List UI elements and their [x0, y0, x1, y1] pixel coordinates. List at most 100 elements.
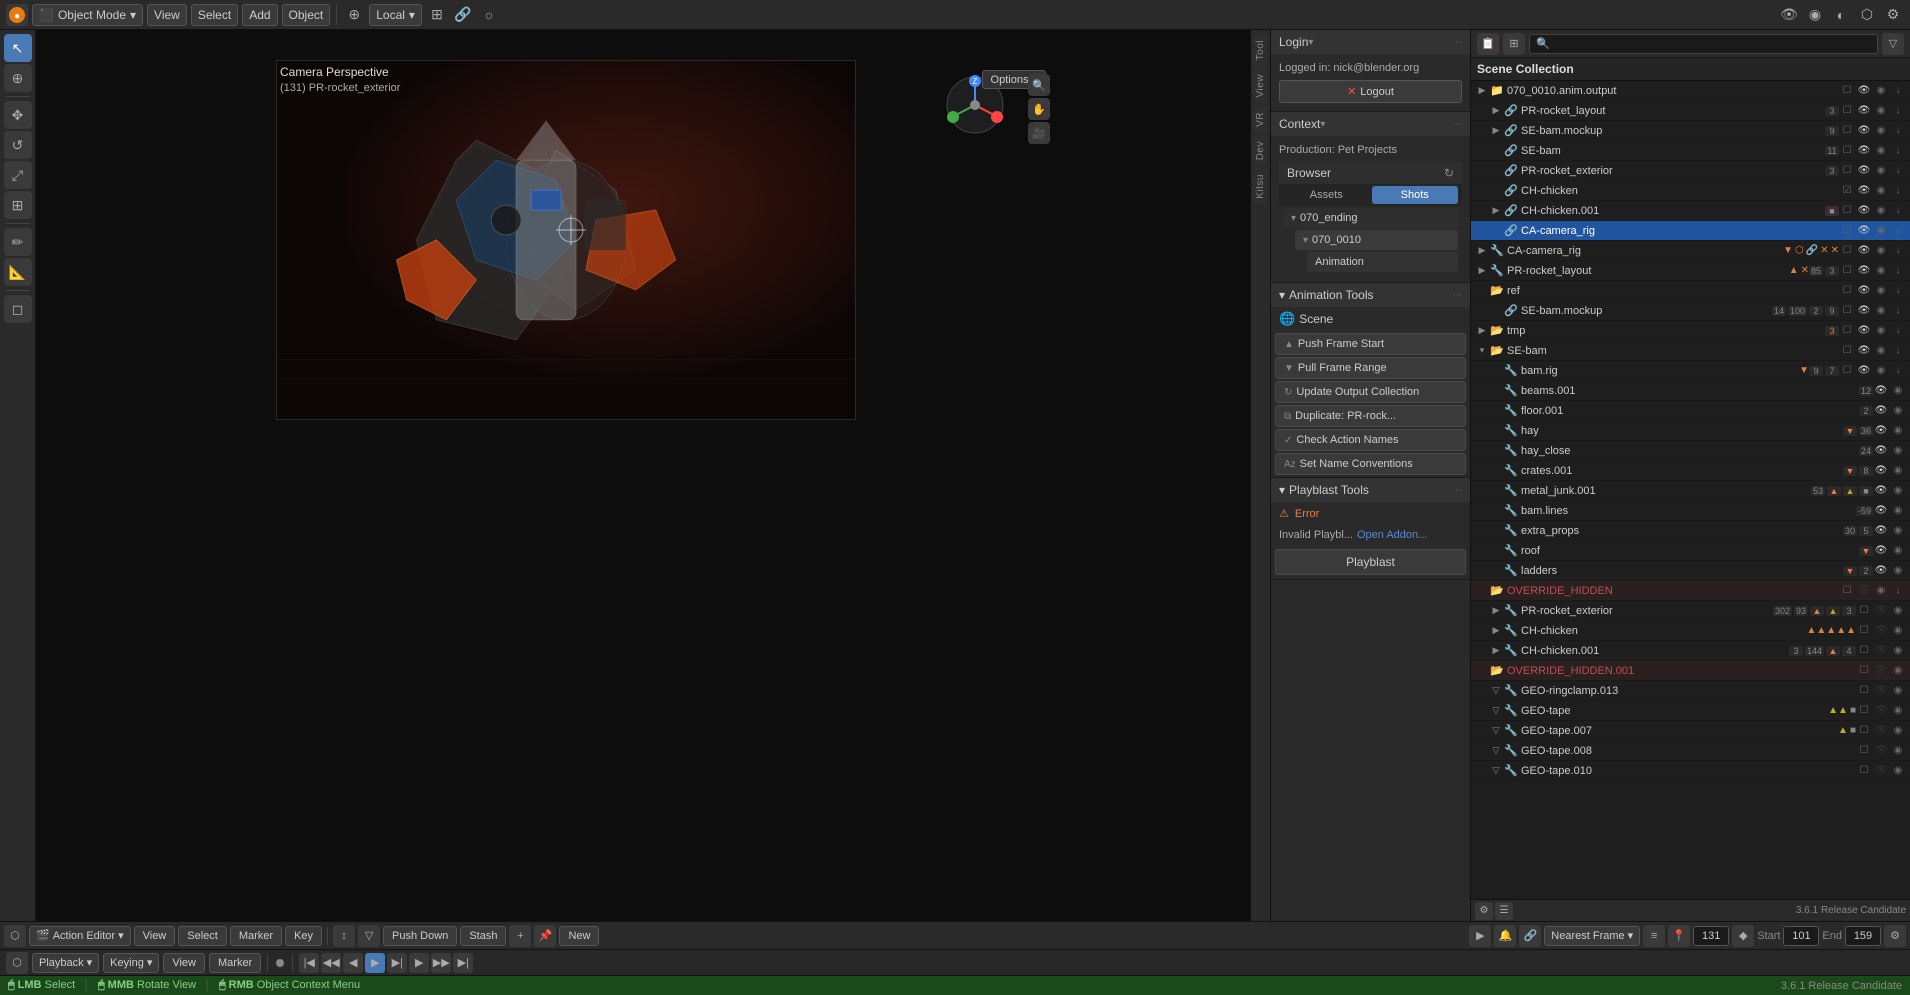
select-icon[interactable]: ↓: [1890, 583, 1906, 599]
outliner-filter-icon[interactable]: ▽: [1882, 33, 1904, 55]
context-header[interactable]: Context ▾ ⋯: [1271, 112, 1470, 136]
playback-dropdown[interactable]: Playback ▾: [32, 953, 99, 973]
render-icon[interactable]: ◉: [1890, 743, 1906, 759]
eye-icon[interactable]: 👁: [1873, 523, 1889, 539]
jump-end-btn[interactable]: ▶|: [453, 953, 473, 973]
annotate-tool-btn[interactable]: ✏: [4, 228, 32, 256]
eye-icon[interactable]: 👁: [1856, 163, 1872, 179]
shading-icon[interactable]: ◐: [1830, 4, 1852, 26]
next-frame-btn[interactable]: ▶: [409, 953, 429, 973]
eye-icon[interactable]: 👁: [1873, 383, 1889, 399]
select-menu-btn[interactable]: Select: [178, 926, 227, 946]
transform-icon[interactable]: ⊞: [426, 4, 448, 26]
select-icon[interactable]: ↓: [1890, 143, 1906, 159]
tree-item[interactable]: 🔧 extra_props 305 👁 ◉: [1471, 521, 1910, 541]
select-icon[interactable]: ↓: [1890, 163, 1906, 179]
eye-icon[interactable]: 👁: [1856, 243, 1872, 259]
render-icon[interactable]: ◉: [1873, 303, 1889, 319]
tree-item[interactable]: 🔗 SE-bam 11 ☐ 👁 ◉ ↓: [1471, 141, 1910, 161]
eye-icon[interactable]: 👁: [1856, 223, 1872, 239]
snap-icon[interactable]: 📌: [534, 925, 556, 947]
render-icon[interactable]: ◉: [1890, 763, 1906, 779]
new-action-btn[interactable]: New: [559, 926, 599, 946]
tree-item[interactable]: ▶ 🔧 CA-camera_rig ▼⬡🔗✕✕ ☐ 👁 ◉ ↓: [1471, 241, 1910, 261]
render-icon[interactable]: ◉: [1890, 463, 1906, 479]
blender-logo-icon[interactable]: ●: [6, 4, 28, 26]
eye-icon[interactable]: 👁: [1856, 583, 1872, 599]
select-menu[interactable]: Select: [191, 4, 238, 26]
tree-item[interactable]: 🔧 beams.001 12 👁 ◉: [1471, 381, 1910, 401]
eye-icon[interactable]: 👁: [1873, 763, 1889, 779]
eye-icon[interactable]: 👁: [1873, 563, 1889, 579]
render-icon[interactable]: ◉: [1873, 83, 1889, 99]
jump-start-btn[interactable]: |◀: [299, 953, 319, 973]
viewport-tool-2[interactable]: ✋: [1028, 98, 1050, 120]
settings-icon[interactable]: ⚙: [1882, 4, 1904, 26]
shot-item-animation[interactable]: Animation: [1307, 252, 1458, 272]
next-keyframe-btn[interactable]: ▶▶: [431, 953, 451, 973]
push-down-btn[interactable]: Push Down: [383, 926, 457, 946]
render-icon[interactable]: ◉: [1873, 203, 1889, 219]
visibility-icon[interactable]: ☐: [1856, 723, 1872, 739]
visibility-icon[interactable]: ☐: [1839, 583, 1855, 599]
tree-item[interactable]: 🔧 bam.lines -59 👁 ◉: [1471, 501, 1910, 521]
select-icon[interactable]: ↓: [1890, 263, 1906, 279]
render-icon[interactable]: ◉: [1873, 143, 1889, 159]
visibility-icon[interactable]: ☐: [1839, 143, 1855, 159]
eye-icon[interactable]: 👁: [1873, 723, 1889, 739]
start-frame-field[interactable]: 101: [1783, 926, 1819, 946]
playblast-btn[interactable]: Playblast: [1275, 549, 1466, 575]
playblast-header[interactable]: ▾ Playblast Tools ⋯: [1271, 478, 1470, 502]
current-frame-field[interactable]: 131: [1693, 926, 1729, 946]
render-icon[interactable]: ◉: [1890, 423, 1906, 439]
nearest-frame-dropdown[interactable]: Nearest Frame ▾: [1544, 926, 1640, 946]
anim-tools-dots-icon[interactable]: ⋯: [1452, 290, 1462, 301]
pin-icon[interactable]: 📍: [1668, 925, 1690, 947]
visibility-icon[interactable]: ☐: [1856, 663, 1872, 679]
context-dots-icon[interactable]: ⋯: [1452, 119, 1462, 130]
cursor-icon[interactable]: ⊕: [343, 4, 365, 26]
tree-item[interactable]: 🔧 floor.001 2 👁 ◉: [1471, 401, 1910, 421]
logout-button[interactable]: ✕ Logout: [1279, 80, 1462, 103]
viewport-tool-1[interactable]: 🔍: [1028, 74, 1050, 96]
eye-icon[interactable]: 👁: [1856, 343, 1872, 359]
visibility-icon[interactable]: ☐: [1839, 263, 1855, 279]
eye-icon[interactable]: 👁: [1856, 303, 1872, 319]
eye-icon[interactable]: 👁: [1856, 283, 1872, 299]
select-icon[interactable]: ↓: [1890, 363, 1906, 379]
snap-icon[interactable]: 🔗: [452, 4, 474, 26]
render-icon[interactable]: ◉: [1890, 683, 1906, 699]
shots-tab[interactable]: Shots: [1372, 186, 1459, 204]
editor-type-icon[interactable]: ⬡: [4, 925, 26, 947]
rotate-tool-btn[interactable]: ↺: [4, 131, 32, 159]
eye-icon[interactable]: 👁: [1873, 403, 1889, 419]
eye-icon[interactable]: 👁: [1873, 603, 1889, 619]
render-settings-icon[interactable]: ⚙: [1884, 925, 1906, 947]
render-icon[interactable]: ◉: [1890, 603, 1906, 619]
eye-icon[interactable]: 👁: [1856, 103, 1872, 119]
render-icon[interactable]: ◉: [1890, 483, 1906, 499]
tree-item[interactable]: 🔧 metal_junk.001 53▲▲■ 👁 ◉: [1471, 481, 1910, 501]
render-icon[interactable]: ◉: [1890, 663, 1906, 679]
tree-item[interactable]: 🔧 bam.rig ▼ 97 ☐ 👁 ◉ ↓: [1471, 361, 1910, 381]
key-menu-btn[interactable]: Key: [285, 926, 322, 946]
editor-type-icon-2[interactable]: ⬡: [6, 952, 28, 974]
scale-tool-btn[interactable]: ⤢: [4, 161, 32, 189]
render-icon[interactable]: ◉: [1890, 383, 1906, 399]
kitsu-tab[interactable]: Kitsu: [1253, 168, 1268, 205]
tree-item[interactable]: ▶ 🔧 CH-chicken.001 3144▲4 ☐ 👁 ◉: [1471, 641, 1910, 661]
render-icon[interactable]: ◉: [1890, 723, 1906, 739]
eye-icon[interactable]: 👁: [1856, 83, 1872, 99]
select-icon[interactable]: ↓: [1890, 223, 1906, 239]
select-icon[interactable]: ↓: [1890, 243, 1906, 259]
visibility-icon[interactable]: ☐: [1856, 623, 1872, 639]
tree-item[interactable]: ▽ 🔧 GEO-tape.007 ▲■ ☐ 👁 ◉: [1471, 721, 1910, 741]
view-menu-btn-2[interactable]: View: [163, 953, 205, 973]
assets-tab[interactable]: Assets: [1283, 186, 1370, 204]
pull-frame-range-btn[interactable]: ▼ Pull Frame Range: [1275, 357, 1466, 379]
select-icon[interactable]: ↓: [1890, 103, 1906, 119]
tree-item[interactable]: ▽ 🔧 GEO-tape.010 ☐ 👁 ◉: [1471, 761, 1910, 781]
tree-item[interactable]: 🔗 CH-chicken ☑ 👁 ◉ ↓: [1471, 181, 1910, 201]
eye-icon[interactable]: 👁: [1873, 623, 1889, 639]
anim-tools-header[interactable]: ▾ Animation Tools ⋯: [1271, 283, 1470, 307]
